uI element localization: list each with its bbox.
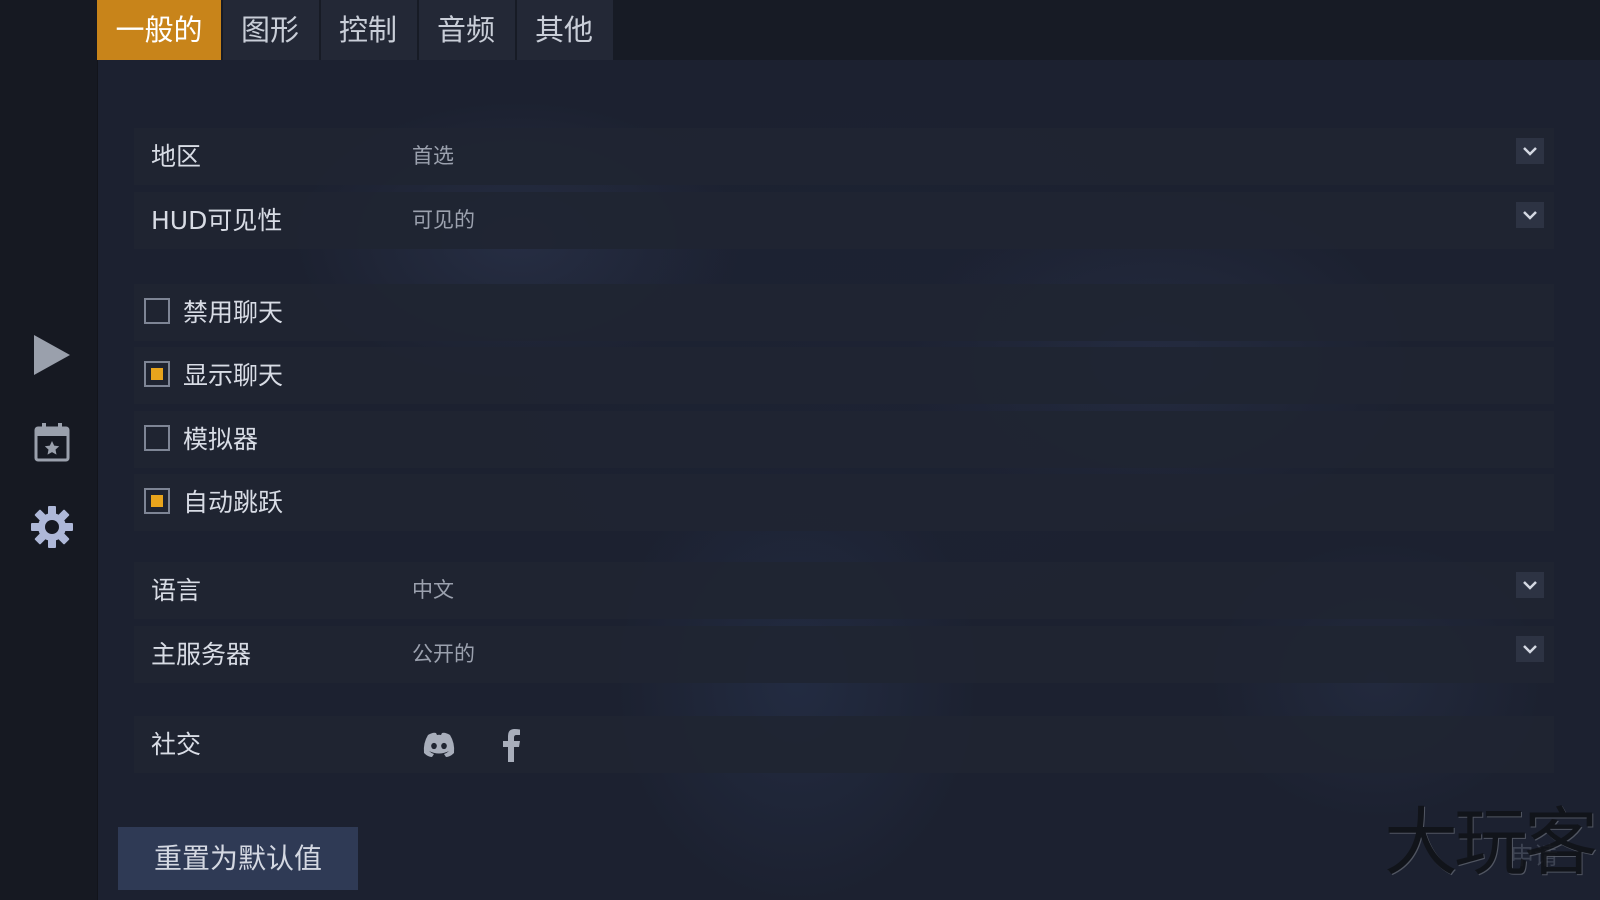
auto-jump-checkbox-row[interactable]: 自动跳跃 [134,474,1554,531]
region-dropdown[interactable]: 地区 首选 [134,128,1554,185]
gear-icon [31,506,73,548]
chevron-down-icon[interactable] [1516,636,1544,662]
hud-visibility-dropdown[interactable]: HUD可见性 可见的 [134,192,1554,249]
auto-jump-label: 自动跳跃 [183,488,284,517]
hud-visibility-label: HUD可见性 [151,206,283,235]
disable-chat-label: 禁用聊天 [183,298,284,327]
social-row: 社交 [134,716,1554,773]
show-chat-label: 显示聊天 [183,361,284,390]
settings-tabs: 一般的 图形 控制 音频 其他 [97,0,615,60]
region-label: 地区 [151,142,202,171]
chevron-down-icon[interactable] [1516,572,1544,598]
main-server-label: 主服务器 [151,640,252,669]
region-value: 首选 [412,144,454,168]
chevron-down-icon[interactable] [1516,138,1544,164]
play-button[interactable] [22,325,82,385]
emulator-checkbox[interactable] [144,425,170,451]
emulator-checkbox-row[interactable]: 模拟器 [134,411,1554,468]
discord-icon[interactable] [420,726,458,764]
settings-button[interactable] [22,497,82,557]
left-rail [0,0,98,900]
disable-chat-checkbox-row[interactable]: 禁用聊天 [134,284,1554,341]
chevron-down-icon[interactable] [1516,202,1544,228]
auto-jump-checkbox[interactable] [144,488,170,514]
disable-chat-checkbox[interactable] [144,298,170,324]
show-chat-checkbox-row[interactable]: 显示聊天 [134,347,1554,404]
tab-general[interactable]: 一般的 [97,0,221,60]
tab-other[interactable]: 其他 [517,0,613,60]
show-chat-checkbox[interactable] [144,361,170,387]
hud-visibility-value: 可见的 [412,208,475,232]
emulator-label: 模拟器 [183,425,259,454]
social-label: 社交 [151,730,202,759]
language-dropdown[interactable]: 语言 中文 [134,562,1554,619]
language-value: 中文 [412,578,454,602]
tab-graphics[interactable]: 图形 [223,0,319,60]
events-button[interactable] [22,412,82,472]
watermark-logo: 大玩客 [1384,800,1598,886]
facebook-icon[interactable] [492,726,530,764]
play-icon [34,335,70,375]
tab-audio[interactable]: 音频 [419,0,515,60]
language-label: 语言 [151,576,202,605]
main-server-dropdown[interactable]: 主服务器 公开的 [134,626,1554,683]
main-server-value: 公开的 [412,642,475,666]
tab-controls[interactable]: 控制 [321,0,417,60]
reset-defaults-button[interactable]: 重置为默认值 [118,827,358,890]
calendar-star-icon [34,423,70,462]
